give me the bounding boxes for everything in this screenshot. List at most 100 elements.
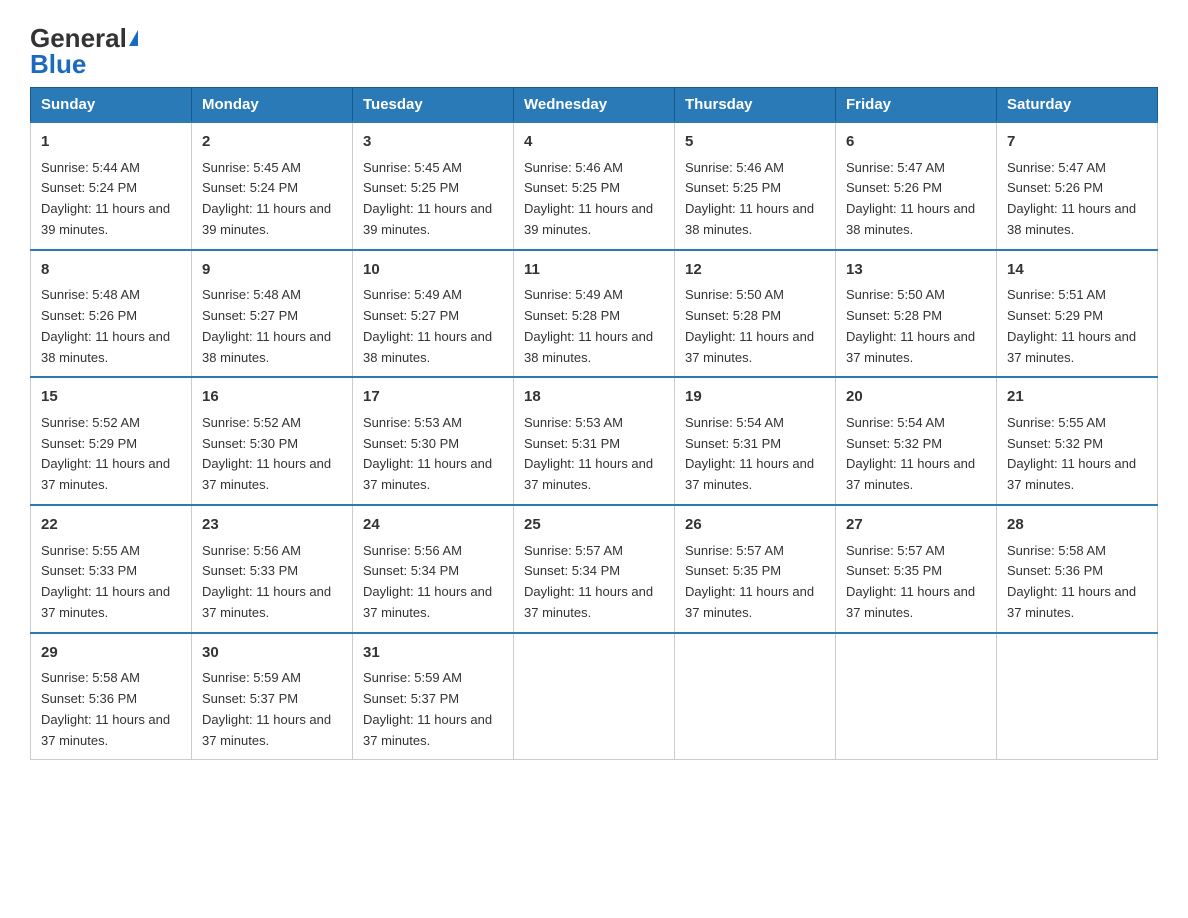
day-number: 11: [524, 259, 664, 282]
day-info: Sunrise: 5:46 AMSunset: 5:25 PMDaylight:…: [685, 160, 814, 237]
calendar-day-cell: [997, 633, 1158, 760]
calendar-week-row: 29 Sunrise: 5:58 AMSunset: 5:36 PMDaylig…: [31, 633, 1158, 760]
calendar-week-row: 15 Sunrise: 5:52 AMSunset: 5:29 PMDaylig…: [31, 377, 1158, 505]
calendar-day-cell: 26 Sunrise: 5:57 AMSunset: 5:35 PMDaylig…: [675, 505, 836, 633]
day-number: 25: [524, 514, 664, 537]
day-info: Sunrise: 5:49 AMSunset: 5:27 PMDaylight:…: [363, 287, 492, 364]
calendar-day-cell: 7 Sunrise: 5:47 AMSunset: 5:26 PMDayligh…: [997, 122, 1158, 250]
calendar-day-cell: 6 Sunrise: 5:47 AMSunset: 5:26 PMDayligh…: [836, 122, 997, 250]
day-info: Sunrise: 5:58 AMSunset: 5:36 PMDaylight:…: [1007, 543, 1136, 620]
calendar-day-cell: 10 Sunrise: 5:49 AMSunset: 5:27 PMDaylig…: [353, 250, 514, 378]
calendar-day-cell: 11 Sunrise: 5:49 AMSunset: 5:28 PMDaylig…: [514, 250, 675, 378]
calendar-day-cell: 25 Sunrise: 5:57 AMSunset: 5:34 PMDaylig…: [514, 505, 675, 633]
calendar-day-cell: 18 Sunrise: 5:53 AMSunset: 5:31 PMDaylig…: [514, 377, 675, 505]
day-info: Sunrise: 5:54 AMSunset: 5:31 PMDaylight:…: [685, 415, 814, 492]
day-number: 24: [363, 514, 503, 537]
logo-blue-text: Blue: [30, 51, 86, 77]
day-number: 21: [1007, 386, 1147, 409]
day-number: 9: [202, 259, 342, 282]
calendar-day-cell: 23 Sunrise: 5:56 AMSunset: 5:33 PMDaylig…: [192, 505, 353, 633]
day-info: Sunrise: 5:56 AMSunset: 5:34 PMDaylight:…: [363, 543, 492, 620]
calendar-day-cell: 12 Sunrise: 5:50 AMSunset: 5:28 PMDaylig…: [675, 250, 836, 378]
day-info: Sunrise: 5:51 AMSunset: 5:29 PMDaylight:…: [1007, 287, 1136, 364]
calendar-day-cell: 29 Sunrise: 5:58 AMSunset: 5:36 PMDaylig…: [31, 633, 192, 760]
day-number: 29: [41, 642, 181, 665]
day-info: Sunrise: 5:47 AMSunset: 5:26 PMDaylight:…: [1007, 160, 1136, 237]
day-number: 31: [363, 642, 503, 665]
day-info: Sunrise: 5:59 AMSunset: 5:37 PMDaylight:…: [363, 670, 492, 747]
day-info: Sunrise: 5:57 AMSunset: 5:34 PMDaylight:…: [524, 543, 653, 620]
day-number: 7: [1007, 131, 1147, 154]
calendar-day-cell: [675, 633, 836, 760]
day-info: Sunrise: 5:50 AMSunset: 5:28 PMDaylight:…: [846, 287, 975, 364]
day-number: 14: [1007, 259, 1147, 282]
day-info: Sunrise: 5:53 AMSunset: 5:30 PMDaylight:…: [363, 415, 492, 492]
calendar-week-row: 8 Sunrise: 5:48 AMSunset: 5:26 PMDayligh…: [31, 250, 1158, 378]
day-number: 28: [1007, 514, 1147, 537]
weekday-header-row: SundayMondayTuesdayWednesdayThursdayFrid…: [31, 88, 1158, 123]
day-info: Sunrise: 5:55 AMSunset: 5:33 PMDaylight:…: [41, 543, 170, 620]
day-number: 17: [363, 386, 503, 409]
calendar-day-cell: 24 Sunrise: 5:56 AMSunset: 5:34 PMDaylig…: [353, 505, 514, 633]
day-info: Sunrise: 5:52 AMSunset: 5:29 PMDaylight:…: [41, 415, 170, 492]
calendar-day-cell: [514, 633, 675, 760]
day-number: 1: [41, 131, 181, 154]
day-info: Sunrise: 5:46 AMSunset: 5:25 PMDaylight:…: [524, 160, 653, 237]
weekday-header-sunday: Sunday: [31, 88, 192, 123]
day-number: 4: [524, 131, 664, 154]
calendar-day-cell: 2 Sunrise: 5:45 AMSunset: 5:24 PMDayligh…: [192, 122, 353, 250]
day-info: Sunrise: 5:59 AMSunset: 5:37 PMDaylight:…: [202, 670, 331, 747]
day-info: Sunrise: 5:47 AMSunset: 5:26 PMDaylight:…: [846, 160, 975, 237]
weekday-header-friday: Friday: [836, 88, 997, 123]
calendar-week-row: 22 Sunrise: 5:55 AMSunset: 5:33 PMDaylig…: [31, 505, 1158, 633]
day-info: Sunrise: 5:57 AMSunset: 5:35 PMDaylight:…: [685, 543, 814, 620]
day-info: Sunrise: 5:58 AMSunset: 5:36 PMDaylight:…: [41, 670, 170, 747]
day-info: Sunrise: 5:56 AMSunset: 5:33 PMDaylight:…: [202, 543, 331, 620]
calendar-day-cell: 31 Sunrise: 5:59 AMSunset: 5:37 PMDaylig…: [353, 633, 514, 760]
weekday-header-tuesday: Tuesday: [353, 88, 514, 123]
day-info: Sunrise: 5:55 AMSunset: 5:32 PMDaylight:…: [1007, 415, 1136, 492]
day-number: 16: [202, 386, 342, 409]
day-info: Sunrise: 5:54 AMSunset: 5:32 PMDaylight:…: [846, 415, 975, 492]
calendar-day-cell: 17 Sunrise: 5:53 AMSunset: 5:30 PMDaylig…: [353, 377, 514, 505]
calendar-day-cell: 28 Sunrise: 5:58 AMSunset: 5:36 PMDaylig…: [997, 505, 1158, 633]
day-info: Sunrise: 5:57 AMSunset: 5:35 PMDaylight:…: [846, 543, 975, 620]
day-info: Sunrise: 5:49 AMSunset: 5:28 PMDaylight:…: [524, 287, 653, 364]
day-info: Sunrise: 5:45 AMSunset: 5:25 PMDaylight:…: [363, 160, 492, 237]
calendar-day-cell: [836, 633, 997, 760]
calendar-day-cell: 4 Sunrise: 5:46 AMSunset: 5:25 PMDayligh…: [514, 122, 675, 250]
calendar-table: SundayMondayTuesdayWednesdayThursdayFrid…: [30, 87, 1158, 760]
logo: General Blue: [30, 20, 138, 77]
day-number: 3: [363, 131, 503, 154]
day-info: Sunrise: 5:53 AMSunset: 5:31 PMDaylight:…: [524, 415, 653, 492]
page-header: General Blue: [30, 20, 1158, 77]
calendar-day-cell: 8 Sunrise: 5:48 AMSunset: 5:26 PMDayligh…: [31, 250, 192, 378]
day-number: 27: [846, 514, 986, 537]
day-number: 15: [41, 386, 181, 409]
calendar-day-cell: 20 Sunrise: 5:54 AMSunset: 5:32 PMDaylig…: [836, 377, 997, 505]
day-number: 19: [685, 386, 825, 409]
day-number: 6: [846, 131, 986, 154]
calendar-day-cell: 14 Sunrise: 5:51 AMSunset: 5:29 PMDaylig…: [997, 250, 1158, 378]
calendar-day-cell: 21 Sunrise: 5:55 AMSunset: 5:32 PMDaylig…: [997, 377, 1158, 505]
weekday-header-monday: Monday: [192, 88, 353, 123]
day-number: 30: [202, 642, 342, 665]
day-info: Sunrise: 5:48 AMSunset: 5:27 PMDaylight:…: [202, 287, 331, 364]
day-info: Sunrise: 5:52 AMSunset: 5:30 PMDaylight:…: [202, 415, 331, 492]
calendar-day-cell: 5 Sunrise: 5:46 AMSunset: 5:25 PMDayligh…: [675, 122, 836, 250]
calendar-body: 1 Sunrise: 5:44 AMSunset: 5:24 PMDayligh…: [31, 122, 1158, 760]
calendar-day-cell: 9 Sunrise: 5:48 AMSunset: 5:27 PMDayligh…: [192, 250, 353, 378]
calendar-day-cell: 3 Sunrise: 5:45 AMSunset: 5:25 PMDayligh…: [353, 122, 514, 250]
day-info: Sunrise: 5:44 AMSunset: 5:24 PMDaylight:…: [41, 160, 170, 237]
day-number: 23: [202, 514, 342, 537]
calendar-day-cell: 30 Sunrise: 5:59 AMSunset: 5:37 PMDaylig…: [192, 633, 353, 760]
day-number: 20: [846, 386, 986, 409]
calendar-day-cell: 13 Sunrise: 5:50 AMSunset: 5:28 PMDaylig…: [836, 250, 997, 378]
logo-triangle-icon: [129, 30, 138, 46]
calendar-day-cell: 15 Sunrise: 5:52 AMSunset: 5:29 PMDaylig…: [31, 377, 192, 505]
day-number: 2: [202, 131, 342, 154]
logo-general-text: General: [30, 25, 138, 51]
calendar-day-cell: 22 Sunrise: 5:55 AMSunset: 5:33 PMDaylig…: [31, 505, 192, 633]
day-number: 22: [41, 514, 181, 537]
calendar-day-cell: 1 Sunrise: 5:44 AMSunset: 5:24 PMDayligh…: [31, 122, 192, 250]
